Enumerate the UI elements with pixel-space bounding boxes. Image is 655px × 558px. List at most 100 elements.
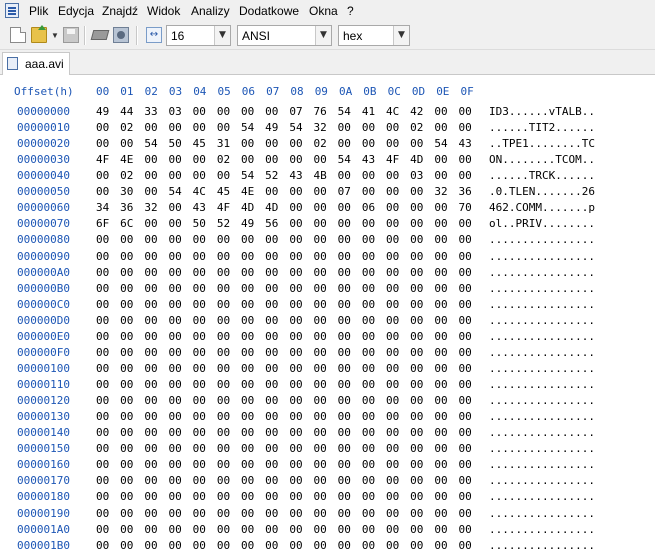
ram-icon[interactable] <box>90 30 110 40</box>
hex-row[interactable]: 00000190 00 00 00 00 00 00 00 00 00 00 00… <box>0 507 655 523</box>
hex-row[interactable]: 00000040 00 02 00 00 00 00 54 52 43 4B 00… <box>0 169 655 185</box>
hex-row[interactable]: 00000120 00 00 00 00 00 00 00 00 00 00 00… <box>0 394 655 410</box>
row-bytes[interactable]: 00 00 00 00 00 00 00 00 00 00 00 00 00 0… <box>96 330 472 343</box>
row-ascii[interactable]: ................ <box>489 539 595 552</box>
row-bytes[interactable]: 00 00 00 00 00 00 00 00 00 00 00 00 00 0… <box>96 233 472 246</box>
hex-row[interactable]: 00000070 6F 6C 00 00 50 52 49 56 00 00 00… <box>0 217 655 233</box>
row-ascii[interactable]: ................ <box>489 442 595 455</box>
row-ascii[interactable]: ................ <box>489 378 595 391</box>
hex-row[interactable]: 000001B0 00 00 00 00 00 00 00 00 00 00 00… <box>0 539 655 555</box>
row-ascii[interactable]: 462.COMM.......p <box>489 201 595 214</box>
row-ascii[interactable]: ................ <box>489 346 595 359</box>
hex-row[interactable]: 000000E0 00 00 00 00 00 00 00 00 00 00 00… <box>0 330 655 346</box>
app-icon[interactable] <box>5 3 19 18</box>
hex-row[interactable]: 00000020 00 00 54 50 45 31 00 00 00 02 00… <box>0 137 655 153</box>
chevron-down-icon[interactable]: ▼ <box>315 26 331 45</box>
row-ascii[interactable]: ................ <box>489 330 595 343</box>
charset-select[interactable]: ANSI ▼ <box>237 25 332 46</box>
hex-row[interactable]: 00000060 34 36 32 00 43 4F 4D 4D 00 00 00… <box>0 201 655 217</box>
hex-row[interactable]: 00000110 00 00 00 00 00 00 00 00 00 00 00… <box>0 378 655 394</box>
menu-znajdz[interactable]: Znajdź <box>102 4 138 18</box>
chevron-down-icon[interactable]: ▼ <box>214 26 230 45</box>
hex-row[interactable]: 000000F0 00 00 00 00 00 00 00 00 00 00 00… <box>0 346 655 362</box>
hex-row[interactable]: 000000D0 00 00 00 00 00 00 00 00 00 00 00… <box>0 314 655 330</box>
row-bytes[interactable]: 00 00 00 00 00 00 00 00 00 00 00 00 00 0… <box>96 507 472 520</box>
menu-widok[interactable]: Widok <box>147 4 180 18</box>
hex-row[interactable]: 00000160 00 00 00 00 00 00 00 00 00 00 00… <box>0 458 655 474</box>
hex-view[interactable]: Offset(h) 00 01 02 03 04 05 06 07 08 09 0A 0B 0C 0D 0E… <box>0 75 655 558</box>
row-bytes[interactable]: 34 36 32 00 43 4F 4D 4D 00 00 00 06 00 0… <box>96 201 472 214</box>
row-bytes[interactable]: 00 00 00 00 00 00 00 00 00 00 00 00 00 0… <box>96 362 472 375</box>
row-bytes[interactable]: 00 00 00 00 00 00 00 00 00 00 00 00 00 0… <box>96 410 472 423</box>
row-ascii[interactable]: ID3......vTALB.. <box>489 105 595 118</box>
row-bytes[interactable]: 00 00 00 00 00 00 00 00 00 00 00 00 00 0… <box>96 490 472 503</box>
row-ascii[interactable]: ................ <box>489 266 595 279</box>
hex-row[interactable]: 00000080 00 00 00 00 00 00 00 00 00 00 00… <box>0 233 655 249</box>
row-ascii[interactable]: ......TRCK...... <box>489 169 595 182</box>
row-bytes[interactable]: 00 00 00 00 00 00 00 00 00 00 00 00 00 0… <box>96 539 472 552</box>
hex-row[interactable]: 00000090 00 00 00 00 00 00 00 00 00 00 00… <box>0 250 655 266</box>
row-ascii[interactable]: ................ <box>489 233 595 246</box>
bytes-per-row-select[interactable]: 16 ▼ <box>166 25 231 46</box>
row-ascii[interactable]: ................ <box>489 282 595 295</box>
row-ascii[interactable]: ..TPE1........TC <box>489 137 595 150</box>
chevron-down-icon[interactable]: ▼ <box>393 26 409 45</box>
hex-row[interactable]: 000000B0 00 00 00 00 00 00 00 00 00 00 00… <box>0 282 655 298</box>
row-bytes[interactable]: 00 00 00 00 00 00 00 00 00 00 00 00 00 0… <box>96 250 472 263</box>
hex-row[interactable]: 000000C0 00 00 00 00 00 00 00 00 00 00 00… <box>0 298 655 314</box>
hex-row[interactable]: 00000140 00 00 00 00 00 00 00 00 00 00 00… <box>0 426 655 442</box>
tab-file[interactable]: aaa.avi <box>2 52 70 75</box>
row-bytes[interactable]: 00 00 00 00 00 00 00 00 00 00 00 00 00 0… <box>96 442 472 455</box>
hex-row[interactable]: 00000180 00 00 00 00 00 00 00 00 00 00 00… <box>0 490 655 506</box>
hex-row[interactable]: 00000150 00 00 00 00 00 00 00 00 00 00 00… <box>0 442 655 458</box>
menu-edycja[interactable]: Edycja <box>58 4 94 18</box>
row-bytes[interactable]: 00 00 00 00 00 00 00 00 00 00 00 00 00 0… <box>96 458 472 471</box>
row-bytes[interactable]: 00 00 00 00 00 00 00 00 00 00 00 00 00 0… <box>96 394 472 407</box>
new-file-icon[interactable] <box>10 27 26 43</box>
hex-row[interactable]: 00000010 00 02 00 00 00 00 54 49 54 32 00… <box>0 121 655 137</box>
row-ascii[interactable]: ol..PRIV........ <box>489 217 595 230</box>
menu-okna[interactable]: Okna <box>309 4 338 18</box>
row-bytes[interactable]: 00 00 00 00 00 00 00 00 00 00 00 00 00 0… <box>96 346 472 359</box>
hex-row[interactable]: 000001A0 00 00 00 00 00 00 00 00 00 00 00… <box>0 523 655 539</box>
row-bytes[interactable]: 00 00 00 00 00 00 00 00 00 00 00 00 00 0… <box>96 282 472 295</box>
row-ascii[interactable]: .0.TLEN.......26 <box>489 185 595 198</box>
menu-plik[interactable]: Plik <box>29 4 48 18</box>
row-bytes[interactable]: 00 30 00 54 4C 45 4E 00 00 00 07 00 00 0… <box>96 185 472 198</box>
row-ascii[interactable]: ................ <box>489 458 595 471</box>
disk-icon[interactable] <box>113 27 129 43</box>
row-ascii[interactable]: ................ <box>489 410 595 423</box>
row-ascii[interactable]: ................ <box>489 250 595 263</box>
hex-row[interactable]: 00000170 00 00 00 00 00 00 00 00 00 00 00… <box>0 474 655 490</box>
row-ascii[interactable]: ................ <box>489 362 595 375</box>
hex-row[interactable]: 00000050 00 30 00 54 4C 45 4E 00 00 00 07… <box>0 185 655 201</box>
hex-row[interactable]: 00000130 00 00 00 00 00 00 00 00 00 00 00… <box>0 410 655 426</box>
row-ascii[interactable]: ................ <box>489 474 595 487</box>
row-ascii[interactable]: ................ <box>489 490 595 503</box>
row-bytes[interactable]: 49 44 33 03 00 00 00 00 07 76 54 41 4C 4… <box>96 105 472 118</box>
save-icon[interactable] <box>63 27 79 43</box>
hex-row[interactable]: 00000000 49 44 33 03 00 00 00 00 07 76 54… <box>0 105 655 121</box>
row-bytes[interactable]: 00 00 00 00 00 00 00 00 00 00 00 00 00 0… <box>96 426 472 439</box>
hex-row[interactable]: 00000100 00 00 00 00 00 00 00 00 00 00 00… <box>0 362 655 378</box>
hex-row[interactable]: 00000030 4F 4E 00 00 00 02 00 00 00 00 54… <box>0 153 655 169</box>
hex-row[interactable]: 000000A0 00 00 00 00 00 00 00 00 00 00 00… <box>0 266 655 282</box>
row-bytes[interactable]: 00 00 00 00 00 00 00 00 00 00 00 00 00 0… <box>96 266 472 279</box>
menu-dodatkowe[interactable]: Dodatkowe <box>239 4 299 18</box>
row-ascii[interactable]: ON........TCOM.. <box>489 153 595 166</box>
row-ascii[interactable]: ................ <box>489 523 595 536</box>
row-ascii[interactable]: ................ <box>489 507 595 520</box>
row-bytes[interactable]: 00 00 00 00 00 00 00 00 00 00 00 00 00 0… <box>96 378 472 391</box>
row-bytes[interactable]: 00 00 00 00 00 00 00 00 00 00 00 00 00 0… <box>96 523 472 536</box>
row-ascii[interactable]: ......TIT2...... <box>489 121 595 134</box>
row-ascii[interactable]: ................ <box>489 394 595 407</box>
row-ascii[interactable]: ................ <box>489 426 595 439</box>
row-bytes[interactable]: 00 00 54 50 45 31 00 00 00 02 00 00 00 0… <box>96 137 472 150</box>
width-icon[interactable]: ↔ <box>146 27 162 43</box>
row-bytes[interactable]: 6F 6C 00 00 50 52 49 56 00 00 00 00 00 0… <box>96 217 472 230</box>
row-bytes[interactable]: 4F 4E 00 00 00 02 00 00 00 00 54 43 4F 4… <box>96 153 472 166</box>
row-bytes[interactable]: 00 02 00 00 00 00 54 52 43 4B 00 00 00 0… <box>96 169 472 182</box>
row-bytes[interactable]: 00 00 00 00 00 00 00 00 00 00 00 00 00 0… <box>96 474 472 487</box>
open-file-icon[interactable] <box>31 25 47 43</box>
open-dropdown-icon[interactable]: ▼ <box>51 31 59 40</box>
